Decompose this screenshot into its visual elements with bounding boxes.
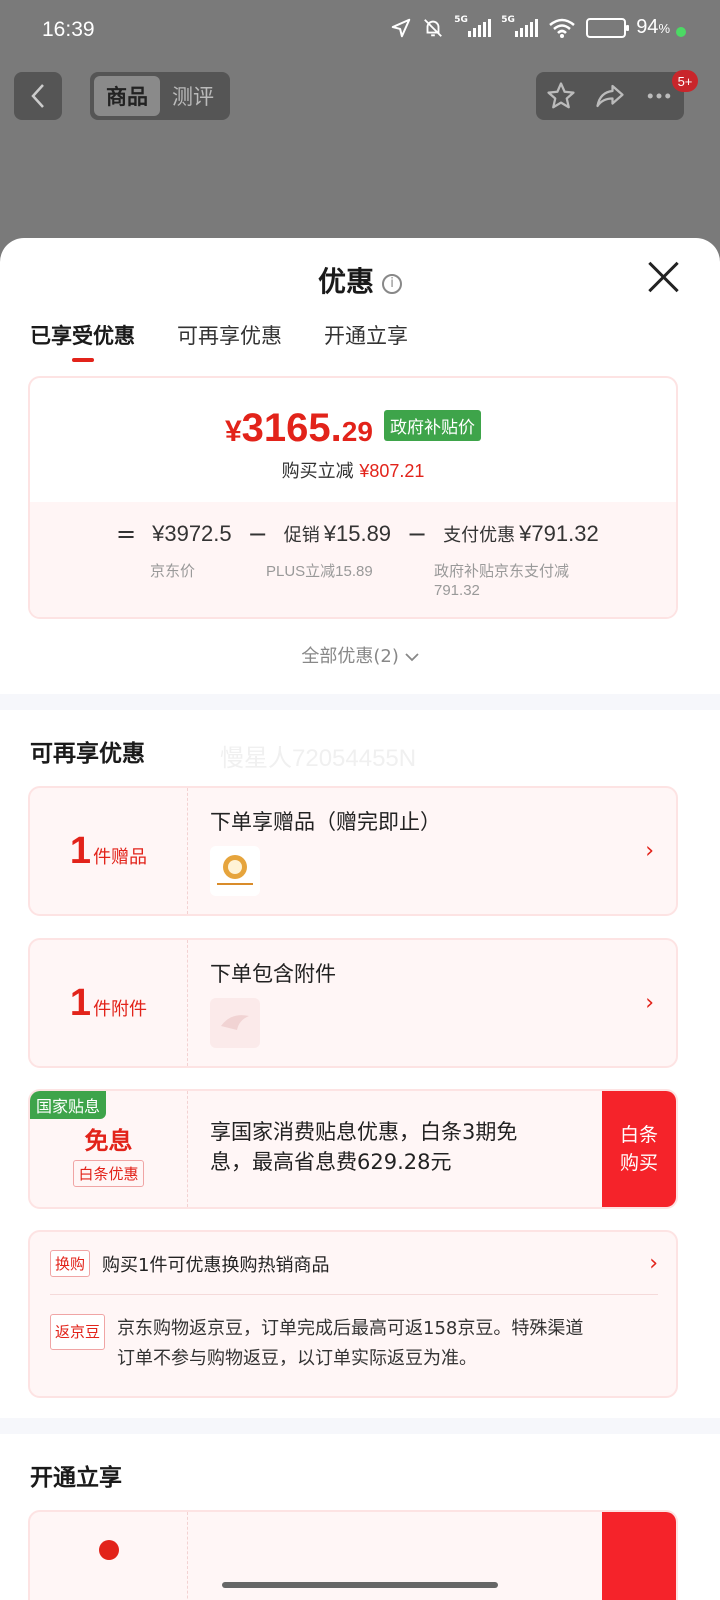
chevron-left-icon (31, 84, 44, 108)
gift-thumbnail (210, 846, 260, 896)
bell-muted-icon (424, 18, 443, 37)
chevron-right-icon: › (645, 838, 654, 864)
chevron-down-icon (404, 653, 419, 662)
open-to-enjoy-title: 开通立享 (30, 1465, 122, 1491)
gov-subsidy-tag: 政府补贴价 (384, 410, 482, 441)
tab-product[interactable]: 商品 (94, 76, 160, 116)
header-actions (536, 72, 684, 120)
share-icon[interactable] (595, 81, 625, 111)
trade-in-row[interactable]: 换购 购买1件可优惠换购热销商品 › (50, 1250, 658, 1277)
signal-1-icon: 5G (454, 15, 492, 37)
location-icon (391, 18, 411, 37)
open-membership-button[interactable] (602, 1512, 676, 1600)
trade-in-tag: 换购 (50, 1250, 91, 1277)
star-icon[interactable] (546, 81, 576, 111)
notification-badge: 5+ (672, 70, 698, 92)
price-breakdown-card: ¥3165. 29 政府补贴价 购买立减 ¥807.21 = ¥3972.5 − … (28, 376, 678, 619)
jingdou-row: 返京豆 京东购物返京豆，订单完成后最高可返158京豆。特殊渠道 订单不参与购物返… (50, 1314, 660, 1374)
jingdou-tag: 返京豆 (50, 1314, 106, 1350)
interest-offer-text: 享国家消费贴息优惠，白条3期免 息，最高省息费629.28元 (210, 1120, 518, 1174)
signal-2-icon: 5G (501, 15, 539, 37)
battery-icon (586, 17, 630, 38)
tab-review[interactable]: 测评 (160, 76, 226, 116)
tab-more-benefits[interactable]: 可再享优惠 (177, 320, 282, 362)
battery-percent: 94% (636, 16, 670, 38)
watermark: 慢星人72054455N (220, 745, 417, 772)
all-benefits-toggle[interactable]: 全部优惠(2) (0, 642, 720, 668)
base-price: ¥3972.5 (152, 521, 232, 546)
sheet-title: 优惠 i (0, 260, 720, 300)
gift-offer-title: 下单享赠品（赠完即止） (210, 810, 441, 834)
gift-logo-icon (217, 855, 253, 885)
tab-open-to-enjoy[interactable]: 开通立享 (324, 320, 408, 362)
instant-reduction: 购买立减 ¥807.21 (281, 461, 425, 482)
section-divider (0, 1418, 720, 1434)
top-nav: 商品 测评 5+ (0, 70, 720, 122)
benefits-sheet: 优惠 i 已享受优惠 可再享优惠 开通立享 ¥3165. 29 政府补贴价 购买立减… (0, 238, 720, 1600)
chevron-right-icon: › (645, 990, 654, 1016)
wifi-icon (549, 18, 575, 38)
section-divider (0, 694, 720, 710)
more-benefits-title: 可再享优惠 (30, 741, 145, 767)
chevron-right-icon: › (649, 1251, 658, 1276)
more-icon[interactable] (644, 81, 674, 111)
tab-enjoyed-benefits[interactable]: 已享受优惠 (30, 320, 135, 362)
clock: 16:39 (42, 18, 95, 41)
back-button[interactable] (14, 72, 62, 120)
price-formula: = ¥3972.5 − 促销 ¥15.89 − 支付优惠 ¥791.32 (116, 520, 599, 548)
status-bar: 16:39 5G 5G 94% (0, 0, 720, 64)
baitiao-buy-button[interactable]: 白条 购买 (602, 1091, 676, 1207)
accessory-offer-title: 下单包含附件 (210, 962, 336, 986)
status-icons: 5G 5G 94% (390, 15, 670, 39)
gift-offer-card[interactable]: 1 件赠品 下单享赠品（赠完即止） › (28, 786, 678, 916)
payment-discount: ¥791.32 (519, 521, 599, 546)
promo-amount: ¥15.89 (323, 521, 392, 546)
benefit-tabs: 已享受优惠 可再享优惠 开通立享 (30, 320, 408, 362)
close-icon[interactable] (646, 260, 680, 294)
accessory-placeholder-icon (221, 1015, 249, 1030)
accessory-thumbnail (210, 998, 260, 1048)
product-review-switch: 商品 测评 (90, 72, 230, 120)
home-indicator[interactable] (222, 1582, 498, 1588)
extra-benefits-card: 换购 购买1件可优惠换购热销商品 › 返京豆 京东购物返京豆，订单完成后最高可返… (28, 1230, 678, 1398)
privacy-indicator-dot (676, 27, 686, 37)
interest-free-offer-card: 国家贴息 免息 白条优惠 享国家消费贴息优惠，白条3期免 息，最高省息费629.… (28, 1089, 678, 1209)
accessory-offer-card[interactable]: 1 件附件 下单包含附件 › (28, 938, 678, 1068)
info-icon[interactable]: i (382, 273, 402, 294)
final-price: ¥3165. 29 (224, 406, 373, 450)
